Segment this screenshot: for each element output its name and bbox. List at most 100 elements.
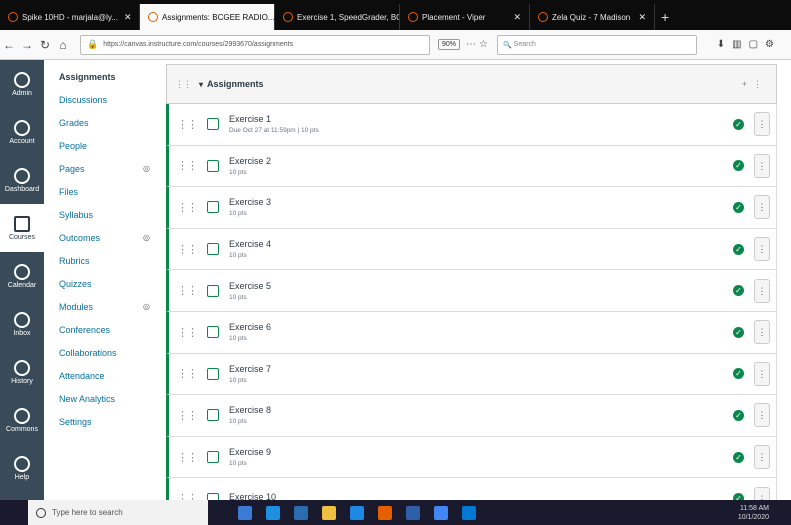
close-tab-icon[interactable]: ✕ <box>507 12 521 23</box>
assignment-title[interactable]: Exercise 7 <box>229 364 271 374</box>
kebab-menu-icon[interactable]: ⋮ <box>754 195 770 220</box>
browser-tab-active[interactable]: Assignments: BCGEE RADIO...✕ <box>140 4 275 30</box>
drag-handle-icon[interactable]: ⋮⋮ <box>177 367 198 380</box>
course-nav-new-analytics[interactable]: New Analytics <box>59 387 162 410</box>
search-input[interactable]: 🔍 Search <box>496 34 697 55</box>
drag-handle-icon[interactable]: ⋮⋮ <box>177 243 198 256</box>
course-nav-discussions[interactable]: Discussions <box>59 88 162 111</box>
kebab-menu-icon[interactable]: ⋮ <box>754 237 770 262</box>
assignment-title[interactable]: Exercise 6 <box>229 322 271 332</box>
firefox-icon[interactable] <box>378 505 392 520</box>
mail-icon[interactable] <box>350 505 364 520</box>
drag-handle-icon[interactable]: ⋮⋮ <box>177 284 198 297</box>
drag-handle-icon[interactable]: ⋮⋮ <box>177 159 198 172</box>
drag-handle-icon[interactable]: ⋮⋮ <box>175 79 192 90</box>
task-view-icon[interactable] <box>238 505 252 520</box>
new-tab-button[interactable]: + <box>655 4 675 30</box>
published-check-icon[interactable]: ✓ <box>733 451 744 463</box>
global-nav-courses[interactable]: Courses <box>0 204 44 252</box>
store-icon[interactable] <box>294 505 308 520</box>
published-check-icon[interactable]: ✓ <box>733 243 744 255</box>
course-nav-outcomes[interactable]: Outcomes ◎ <box>59 226 162 249</box>
file-explorer-icon[interactable] <box>322 505 336 520</box>
global-nav-inbox[interactable]: Inbox <box>0 300 44 348</box>
system-tray[interactable]: 11:58 AM 10/1/2020 <box>738 504 769 522</box>
global-nav-commons[interactable]: Commons <box>0 396 44 444</box>
browser-tab[interactable]: Exercise 1, SpeedGrader, BCG...✕ <box>275 4 400 30</box>
edge-icon[interactable] <box>266 505 280 520</box>
course-nav-people[interactable]: People <box>59 134 162 157</box>
caret-down-icon[interactable]: ▾ <box>199 80 203 89</box>
close-tab-icon[interactable]: ✕ <box>632 12 646 23</box>
assignment-title[interactable]: Exercise 8 <box>229 405 271 415</box>
course-nav-pages[interactable]: Pages ◎ <box>59 157 162 180</box>
drag-handle-icon[interactable]: ⋮⋮ <box>177 409 198 422</box>
course-nav-assignments[interactable]: Assignments <box>59 65 162 88</box>
global-nav-history[interactable]: History <box>0 348 44 396</box>
course-nav-settings[interactable]: Settings <box>59 410 162 433</box>
assignment-title[interactable]: Exercise 9 <box>229 447 271 457</box>
kebab-menu-icon[interactable]: ⋮ <box>754 112 770 137</box>
address-bar[interactable]: 🔒 https://canvas.instructure.com/courses/… <box>80 34 430 55</box>
published-check-icon[interactable]: ✓ <box>733 368 744 380</box>
drag-handle-icon[interactable]: ⋮⋮ <box>177 326 198 339</box>
zoom-level[interactable]: 90% <box>438 39 461 50</box>
assignment-row[interactable]: ⋮⋮ Exercise 4 10 pts ✓ ⋮ <box>166 228 777 271</box>
assignment-title[interactable]: Exercise 3 <box>229 197 271 207</box>
kebab-menu-icon[interactable]: ⋮ <box>754 361 770 386</box>
toolbar-icons[interactable]: ⬇▥▢⚙ <box>717 39 781 50</box>
page-actions-icon[interactable]: ⋯☆ <box>466 39 491 50</box>
browser-tab[interactable]: Zela Quiz - 7 Madison ✕ <box>530 4 655 30</box>
home-icon[interactable]: ⌂ <box>54 38 72 52</box>
published-check-icon[interactable]: ✓ <box>733 326 744 338</box>
kebab-menu-icon[interactable]: ⋮ <box>754 403 770 428</box>
drag-handle-icon[interactable]: ⋮⋮ <box>177 118 198 131</box>
word-icon[interactable] <box>406 505 420 520</box>
assignment-group-header[interactable]: ⋮⋮ ▾ Assignments +⋮ <box>166 64 777 104</box>
assignment-row[interactable]: ⋮⋮ Exercise 1 Due Oct 27 at 11:59pm | 10 p… <box>166 104 777 146</box>
assignment-title[interactable]: Exercise 5 <box>229 281 271 291</box>
drag-handle-icon[interactable]: ⋮⋮ <box>177 451 198 464</box>
course-nav-files[interactable]: Files <box>59 180 162 203</box>
assignment-row[interactable]: ⋮⋮ Exercise 6 10 pts ✓ ⋮ <box>166 311 777 354</box>
assignment-row[interactable]: ⋮⋮ Exercise 3 10 pts ✓ ⋮ <box>166 187 777 229</box>
course-nav-modules[interactable]: Modules ◎ <box>59 295 162 318</box>
assignment-row[interactable]: ⋮⋮ Exercise 9 10 pts ✓ ⋮ <box>166 436 777 479</box>
group-actions-icon[interactable]: +⋮ <box>742 79 768 90</box>
published-check-icon[interactable]: ✓ <box>733 285 744 297</box>
assignment-title[interactable]: Exercise 4 <box>229 239 271 249</box>
app-icon[interactable] <box>462 505 476 520</box>
taskbar-search-input[interactable]: Type here to search <box>28 500 208 525</box>
kebab-menu-icon[interactable]: ⋮ <box>754 445 770 470</box>
forward-icon[interactable]: → <box>18 38 36 52</box>
course-nav-attendance[interactable]: Attendance <box>59 364 162 387</box>
course-nav-conferences[interactable]: Conferences <box>59 318 162 341</box>
browser-tab[interactable]: Placement - Viper ✕ <box>400 4 530 30</box>
assignment-row[interactable]: ⋮⋮ Exercise 7 10 pts ✓ ⋮ <box>166 353 777 396</box>
close-tab-icon[interactable]: ✕ <box>118 12 132 23</box>
assignment-row[interactable]: ⋮⋮ Exercise 8 10 pts ✓ ⋮ <box>166 395 777 437</box>
course-nav-grades[interactable]: Grades <box>59 111 162 134</box>
course-nav-quizzes[interactable]: Quizzes <box>59 272 162 295</box>
published-check-icon[interactable]: ✓ <box>733 118 744 130</box>
kebab-menu-icon[interactable]: ⋮ <box>754 278 770 303</box>
drag-handle-icon[interactable]: ⋮⋮ <box>177 201 198 214</box>
published-check-icon[interactable]: ✓ <box>733 160 744 172</box>
assignment-title[interactable]: Exercise 1 <box>229 114 319 124</box>
assignment-row[interactable]: ⋮⋮ Exercise 5 10 pts ✓ ⋮ <box>166 270 777 312</box>
global-nav-account[interactable]: Account <box>0 108 44 156</box>
reload-icon[interactable]: ↻ <box>36 38 54 52</box>
global-nav-help[interactable]: Help <box>0 444 44 492</box>
kebab-menu-icon[interactable]: ⋮ <box>754 153 770 178</box>
back-icon[interactable]: ← <box>0 38 18 52</box>
kebab-menu-icon[interactable]: ⋮ <box>754 320 770 345</box>
global-nav-dashboard[interactable]: Dashboard <box>0 156 44 204</box>
published-check-icon[interactable]: ✓ <box>733 409 744 421</box>
chrome-icon[interactable] <box>434 505 448 520</box>
course-nav-syllabus[interactable]: Syllabus <box>59 203 162 226</box>
browser-tab[interactable]: Spike 10HD - marjala@ly... ✕ <box>0 4 140 30</box>
global-nav-admin[interactable]: Admin <box>0 60 44 108</box>
course-nav-rubrics[interactable]: Rubrics <box>59 249 162 272</box>
assignment-row[interactable]: ⋮⋮ Exercise 2 10 pts ✓ ⋮ <box>166 145 777 188</box>
course-nav-collaborations[interactable]: Collaborations <box>59 341 162 364</box>
